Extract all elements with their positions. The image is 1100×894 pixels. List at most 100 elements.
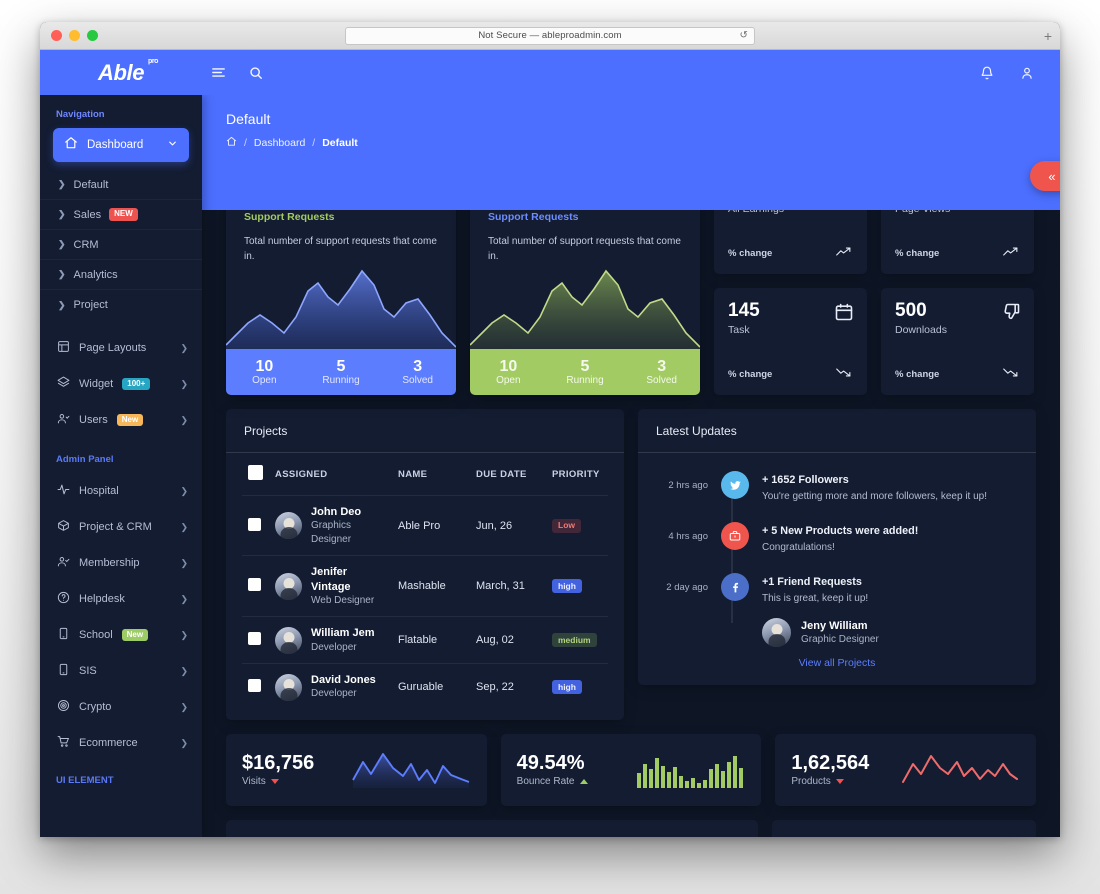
- user-icon[interactable]: [1020, 66, 1034, 80]
- bottom-partial-row: [226, 819, 1036, 837]
- stat-all-earnings-change-label: % change: [728, 247, 773, 259]
- avatar: [275, 512, 302, 540]
- sidebar-item-helpdesk[interactable]: Helpdesk ❯: [40, 581, 202, 617]
- row-checkbox-cell[interactable]: [242, 663, 269, 710]
- row-project-name: Guruable: [392, 663, 470, 710]
- latest-updates-panel: Latest Updates 2 hrs ago + 1652 Follower…: [638, 409, 1036, 685]
- sidebar-item-project[interactable]: ❯ Project: [40, 290, 202, 320]
- sidebar[interactable]: Navigation Dashboard ❯ Default ❯ Sales N…: [40, 95, 202, 837]
- row-checkbox[interactable]: [248, 632, 261, 646]
- sidebar-item-dashboard[interactable]: Dashboard: [53, 128, 189, 162]
- row-checkbox[interactable]: [248, 578, 261, 592]
- row-checkbox-cell[interactable]: [242, 494, 269, 556]
- sidebar-item-users[interactable]: Users New ❯: [40, 402, 202, 438]
- breadcrumb-link-dashboard[interactable]: Dashboard: [254, 137, 305, 149]
- update-heading: + 1652 Followers: [762, 474, 849, 486]
- window-controls[interactable]: [40, 30, 98, 41]
- sidebar-badge-users: New: [116, 413, 144, 427]
- maximize-window-button[interactable]: [87, 30, 98, 41]
- sidebar-item-project-crm[interactable]: Project & CRM ❯: [40, 509, 202, 545]
- chevrons-left-icon: «: [1048, 168, 1056, 184]
- mini-bounce-value: 49.54%: [516, 752, 585, 775]
- briefcase-icon: [721, 522, 749, 550]
- mini-stats-row: $16,756 Visits 49.54% Bounce Rate 1,62,5…: [226, 733, 1037, 806]
- reload-icon[interactable]: ↺: [740, 30, 748, 41]
- page-hero: Default / Dashboard / Default «: [202, 95, 1060, 210]
- table-row[interactable]: William Jem Developer Flatable Aug, 02 m…: [242, 616, 608, 664]
- row-checkbox[interactable]: [248, 679, 261, 693]
- list-item[interactable]: 2 day ago +1 Friend Requests This is gre…: [656, 573, 1018, 647]
- sidebar-item-sales[interactable]: ❯ Sales NEW: [40, 200, 202, 230]
- sidebar-item-ecommerce[interactable]: Ecommerce ❯: [40, 725, 202, 761]
- list-item[interactable]: 4 hrs ago + 5 New Products were added! C…: [656, 522, 1018, 555]
- avatar: [275, 572, 302, 600]
- sidebar-item-school[interactable]: School New ❯: [40, 617, 202, 653]
- support-card-1-open-label: Open: [252, 375, 277, 387]
- search-icon[interactable]: [249, 66, 263, 80]
- support-card-1-description: Total number of support requests that co…: [244, 236, 437, 262]
- stat-page-views-label: Page Views: [895, 210, 1020, 215]
- stats-row: 350 Support Requests Total number of sup…: [226, 210, 1036, 395]
- support-card-1-running-value: 5: [336, 357, 346, 375]
- breadcrumb[interactable]: / Dashboard / Default: [226, 136, 1036, 150]
- sidebar-caption-navigation: Navigation: [56, 109, 105, 120]
- sidebar-item-membership[interactable]: Membership ❯: [40, 545, 202, 581]
- sidebar-badge-school: New: [121, 628, 149, 642]
- sidebar-item-widget[interactable]: Widget 100+ ❯: [40, 366, 202, 402]
- sidebar-item-hospital[interactable]: Hospital ❯: [40, 473, 202, 509]
- select-all-checkbox[interactable]: [248, 465, 263, 480]
- minimize-window-button[interactable]: [69, 30, 80, 41]
- avatar: [275, 673, 302, 701]
- row-checkbox-cell[interactable]: [242, 555, 269, 617]
- list-item[interactable]: 2 hrs ago + 1652 Followers You're gettin…: [656, 471, 1018, 504]
- mini-products-label: Products: [791, 776, 831, 788]
- sidebar-item-crm[interactable]: ❯ CRM: [40, 230, 202, 260]
- home-icon[interactable]: [226, 136, 237, 150]
- priority-badge: Low: [552, 518, 581, 533]
- update-heading: +1 Friend Requests: [762, 576, 862, 588]
- row-due-date: Sep, 22: [470, 663, 546, 710]
- stat-column-earnings: $30200 All Earnings % change: [714, 210, 867, 395]
- sidebar-badge-sales: NEW: [109, 208, 138, 221]
- table-row[interactable]: David Jones Developer Guruable Sep, 22 h…: [242, 663, 608, 710]
- stat-page-views-change-label: % change: [895, 247, 940, 259]
- sidebar-item-crypto-label: Crypto: [79, 701, 112, 713]
- table-row[interactable]: Jenifer Vintage Web Designer Mashable Ma…: [242, 555, 608, 617]
- view-all-projects[interactable]: View all Projects: [656, 653, 1018, 671]
- plus-icon[interactable]: +: [1044, 29, 1052, 43]
- sidebar-item-school-label: School: [79, 629, 113, 641]
- support-request-card-1: 350 Support Requests Total number of sup…: [226, 210, 456, 395]
- assignee-name: David Jones: [311, 674, 376, 687]
- select-all-cell[interactable]: [242, 453, 269, 496]
- sidebar-collapse-button[interactable]: «: [1030, 161, 1060, 191]
- sidebar-item-crm-label: CRM: [73, 238, 99, 251]
- sidebar-item-page-layouts[interactable]: Page Layouts ❯: [40, 330, 202, 366]
- support-card-2-running-value: 5: [580, 357, 590, 375]
- close-window-button[interactable]: [51, 30, 62, 41]
- update-text: You're getting more and more followers, …: [762, 491, 987, 502]
- stat-task-change-label: % change: [728, 368, 773, 380]
- app-shell: Able pro Navigation Dashboard ❯ Default …: [40, 50, 1060, 837]
- latest-updates-body: 2 hrs ago + 1652 Followers You're gettin…: [638, 453, 1036, 685]
- row-checkbox[interactable]: [248, 517, 261, 531]
- assignee-name: John Deo: [311, 506, 362, 518]
- assignee-name: Jenifer Vintage: [311, 566, 351, 593]
- sidebar-item-default[interactable]: ❯ Default: [40, 170, 202, 200]
- bell-icon[interactable]: [980, 66, 994, 80]
- row-assignee: John Deo Graphics Designer: [269, 494, 392, 556]
- app-logo[interactable]: Able pro: [40, 58, 202, 86]
- view-all-projects-link[interactable]: View all Projects: [799, 657, 876, 669]
- col-assigned: ASSIGNED: [269, 453, 392, 496]
- trend-up-icon: [836, 244, 854, 262]
- sidebar-item-crypto[interactable]: Crypto ❯: [40, 689, 202, 725]
- sidebar-item-analytics[interactable]: ❯ Analytics: [40, 260, 202, 290]
- hamburger-icon[interactable]: [210, 64, 227, 81]
- latest-updates-header: Latest Updates: [638, 409, 1036, 453]
- address-bar[interactable]: Not Secure — ableproadmin.com ↺: [345, 26, 755, 45]
- address-bar-text: Not Secure — ableproadmin.com: [478, 30, 622, 41]
- help-circle-icon: [57, 591, 70, 607]
- table-row[interactable]: John Deo Graphics Designer Able Pro Jun,…: [242, 494, 608, 556]
- row-priority: high: [546, 555, 608, 617]
- sidebar-item-sis[interactable]: SIS ❯: [40, 653, 202, 689]
- row-checkbox-cell[interactable]: [242, 616, 269, 664]
